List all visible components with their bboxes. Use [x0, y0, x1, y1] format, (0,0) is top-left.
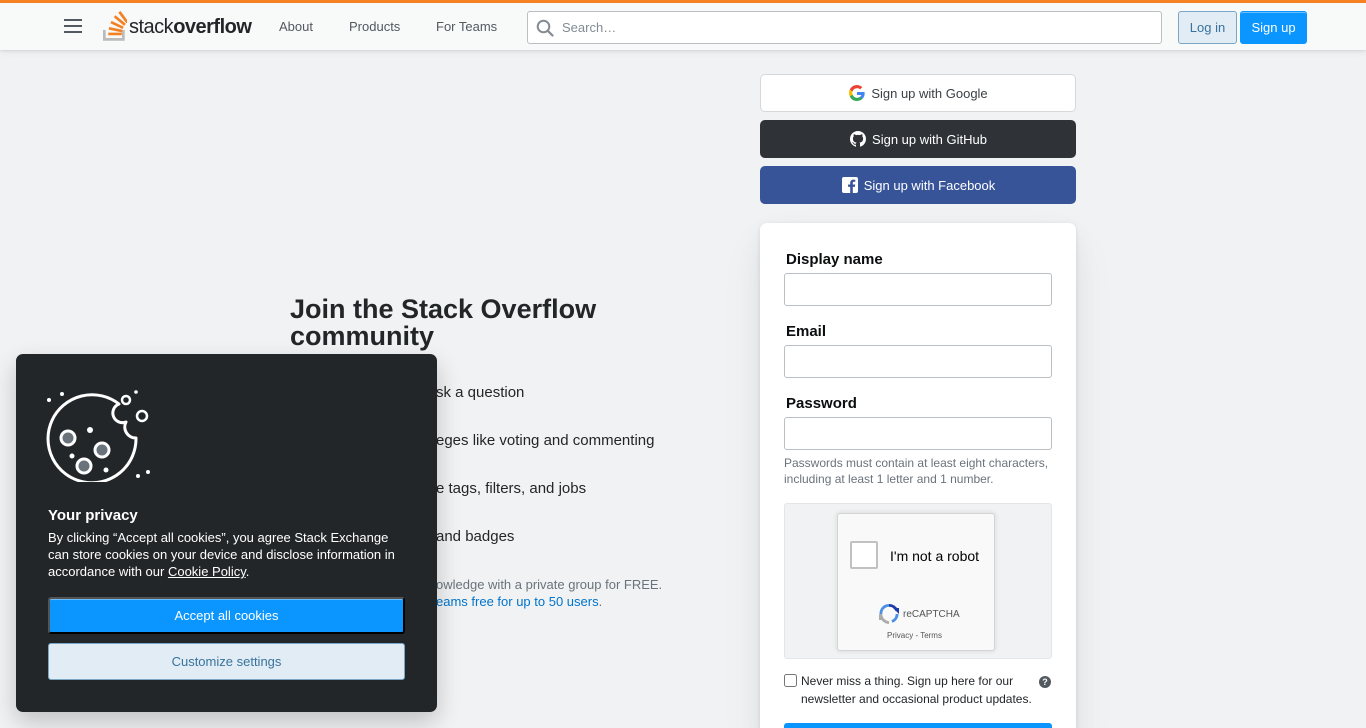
google-label: Sign up with Google [871, 85, 988, 101]
logo-text-light: stack [129, 16, 174, 38]
pitch-note-text: owledge with a private group for FREE. [436, 577, 663, 592]
recaptcha-privacy-terms[interactable]: Privacy - Terms [887, 631, 942, 640]
pitch-item-privileges: eges like voting and commenting [436, 432, 655, 449]
menu-icon[interactable] [60, 16, 86, 36]
password-input[interactable] [784, 417, 1052, 450]
nav-for-teams[interactable]: For Teams [436, 19, 497, 34]
cookie-text-end: . [245, 564, 250, 579]
login-button[interactable]: Log in [1178, 11, 1237, 44]
password-hint: Passwords must contain at least eight ch… [784, 456, 1049, 486]
email-input[interactable] [784, 345, 1052, 378]
top-bar: stackoverflow About Products For Teams L… [0, 0, 1366, 50]
nav-products[interactable]: Products [349, 19, 400, 34]
pitch-item-ask: sk a question [436, 384, 525, 401]
newsletter-checkbox[interactable] [784, 674, 797, 687]
search-icon [528, 11, 562, 44]
email-label: Email [786, 323, 827, 340]
site-logo[interactable]: stackoverflow [103, 10, 252, 42]
customize-settings-button[interactable]: Customize settings [48, 643, 405, 680]
page-title: Join the Stack Overflow community [290, 294, 597, 351]
pitch-item-badges: and badges [436, 528, 515, 545]
pitch-item-tags: e tags, filters, and jobs [436, 480, 587, 497]
facebook-icon [841, 177, 858, 193]
cookie-icon [46, 390, 150, 482]
recaptcha-checkbox[interactable] [850, 541, 878, 569]
pitch-note-suffix: . [598, 594, 603, 609]
facebook-label: Sign up with Facebook [863, 177, 996, 193]
accept-all-cookies-button[interactable]: Accept all cookies [48, 597, 405, 634]
nav-about[interactable]: About [279, 19, 313, 34]
cookie-title: Your privacy [48, 507, 138, 524]
captcha-container: I'm not a robot reCAPTCHA Privacy - Term… [784, 503, 1052, 659]
display-name-label: Display name [786, 251, 883, 268]
cookie-policy-link[interactable]: Cookie Policy [168, 564, 246, 579]
github-icon [850, 131, 867, 147]
help-icon[interactable]: ? [1039, 676, 1051, 688]
newsletter-opt-in: Never miss a thing. Sign up here for our… [784, 672, 1052, 708]
search-input[interactable] [562, 12, 1161, 43]
newsletter-text: Never miss a thing. Sign up here for our… [801, 674, 1032, 706]
logo-wordmark: stackoverflow [129, 16, 252, 39]
recaptcha-label: I'm not a robot [890, 548, 980, 564]
submit-signup-button[interactable] [784, 723, 1052, 728]
teams-free-link[interactable]: eams free for up to 50 users [436, 594, 599, 609]
github-label: Sign up with GitHub [872, 131, 987, 147]
logo-text-bold: overflow [173, 16, 252, 38]
recaptcha-icon [879, 603, 899, 624]
signup-github-button[interactable]: Sign up with GitHub [760, 120, 1076, 158]
signup-facebook-button[interactable]: Sign up with Facebook [760, 166, 1076, 204]
google-icon [849, 85, 865, 101]
pitch-teams-note: owledge with a private group for FREE. e… [436, 576, 662, 610]
display-name-input[interactable] [784, 273, 1052, 306]
cookie-description: By clicking “Accept all cookies”, you ag… [48, 529, 408, 580]
recaptcha-brand: reCAPTCHA [903, 609, 960, 620]
search-box [527, 11, 1162, 44]
signup-form: Display name Email Password Passwords mu… [760, 223, 1076, 728]
recaptcha-widget: I'm not a robot reCAPTCHA Privacy - Term… [837, 513, 995, 651]
signup-header-button[interactable]: Sign up [1240, 11, 1307, 44]
stack-logo-icon [103, 11, 127, 41]
password-label: Password [786, 395, 857, 412]
cookie-consent-banner: Your privacy By clicking “Accept all coo… [16, 354, 437, 712]
signup-google-button[interactable]: Sign up with Google [760, 74, 1076, 112]
